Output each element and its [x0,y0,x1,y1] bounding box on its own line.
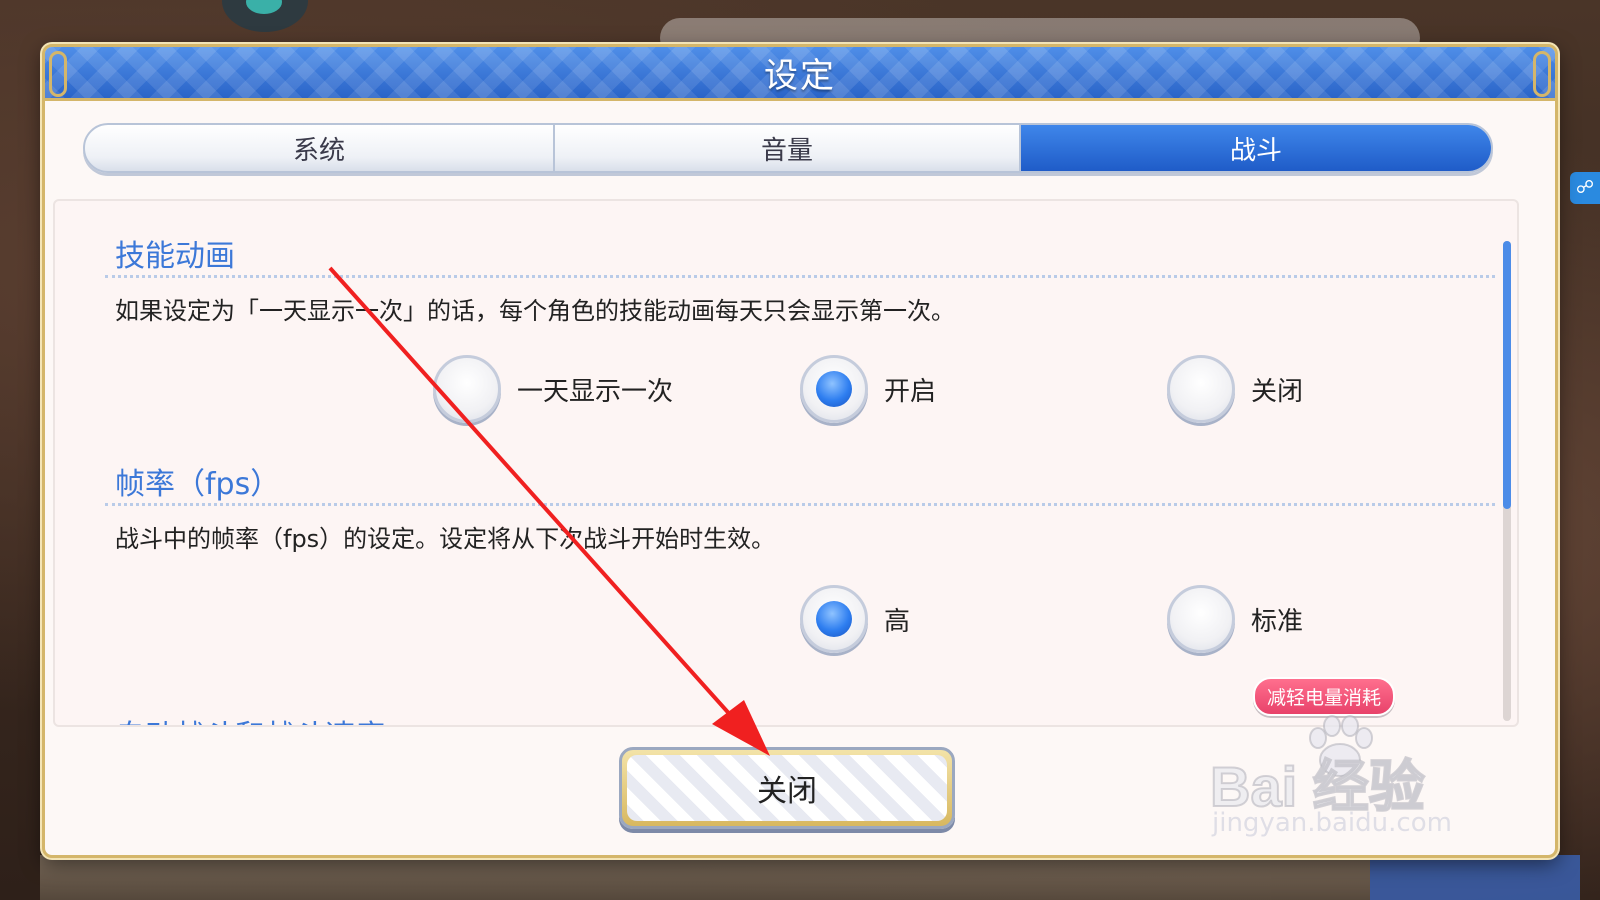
radio-on[interactable]: 开启 [800,355,936,423]
radio-fps-high[interactable]: 高 [800,585,910,653]
radio-off[interactable]: 关闭 [1167,355,1303,423]
settings-panel: 技能动画 如果设定为「一天显示一次」的话，每个角色的技能动画每天只会显示第一次。… [53,199,1519,727]
dialog-header: 设定 [45,47,1555,101]
close-button-label: 关闭 [627,755,947,821]
radio-button-unchecked[interactable] [1167,585,1235,653]
scrollbar-thumb[interactable] [1503,241,1511,509]
radio-label: 高 [884,606,911,637]
mascot-avatar [222,0,308,32]
cloud-link-icon[interactable]: ☍ [1570,172,1600,204]
radio-label: 关闭 [1251,376,1304,407]
power-saving-badge: 减轻电量消耗 [1253,677,1396,716]
watermark-url: jingyan.baidu.com [1212,808,1452,838]
section-title-skill-animation: 技能动画 [115,239,235,274]
section-description-skill-animation: 如果设定为「一天显示一次」的话，每个角色的技能动画每天只会显示第一次。 [115,297,955,325]
section-title-auto-battle: 自动战斗和战斗速度 [115,711,385,725]
section-description-frame-rate: 战斗中的帧率（fps）的设定。设定将从下次战斗开始时生效。 [115,525,776,553]
baidu-watermark: Bai 经验 jingyan.baidu.com [1209,712,1510,852]
corner-ornament-left [49,51,67,97]
radio-once-per-day[interactable]: 一天显示一次 [433,355,673,423]
radio-label: 开启 [884,376,937,407]
tab-battle[interactable]: 战斗 [1021,125,1491,171]
bottom-nav-active-item [1370,855,1580,900]
tab-volume[interactable]: 音量 [555,125,1021,171]
radio-fps-standard[interactable]: 标准 [1167,585,1303,653]
section-title-frame-rate: 帧率（fps） [115,467,281,502]
bottom-nav-bar [40,855,1580,900]
radio-button-unchecked[interactable] [433,355,501,423]
settings-tabs: 系统 音量 战斗 [83,123,1493,173]
radio-button-unchecked[interactable] [1167,355,1235,423]
radio-button-checked[interactable] [800,585,868,653]
tab-system[interactable]: 系统 [85,125,555,171]
radio-label: 标准 [1251,606,1304,637]
radio-button-checked[interactable] [800,355,868,423]
section-divider [105,275,1495,278]
section-divider [105,503,1495,506]
corner-ornament-right [1533,51,1551,97]
dialog-title: 设定 [764,56,836,96]
close-button[interactable]: 关闭 [619,747,955,829]
radio-label: 一天显示一次 [517,376,674,407]
panel-scrollbar[interactable] [1503,241,1511,721]
